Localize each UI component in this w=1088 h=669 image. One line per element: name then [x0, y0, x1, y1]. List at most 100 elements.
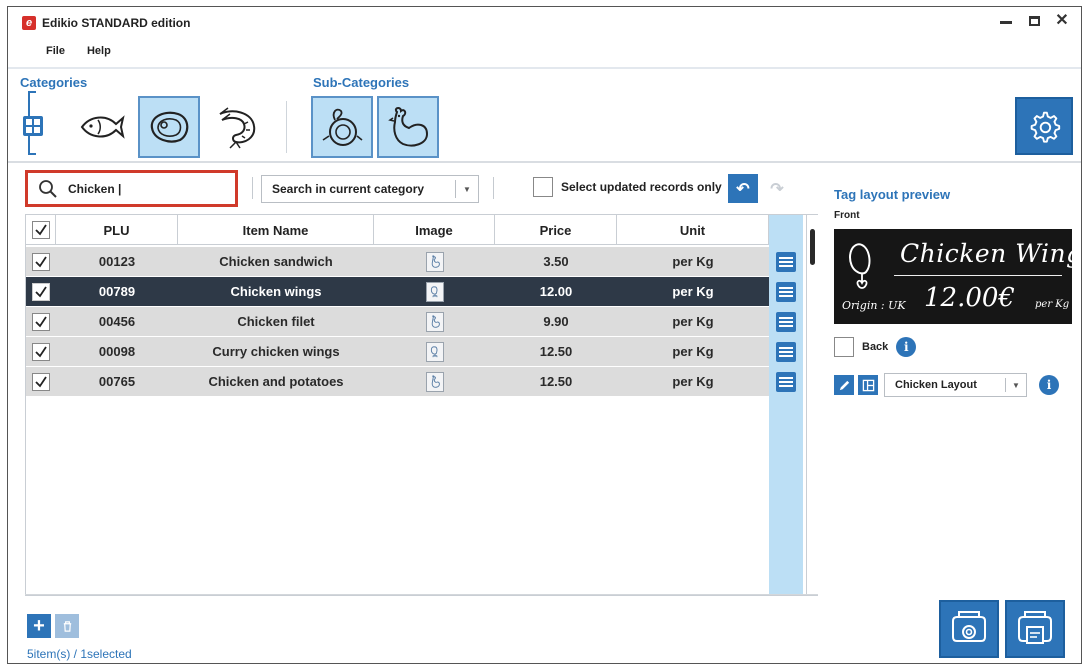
- vertical-scrollbar[interactable]: [806, 215, 818, 595]
- chevron-down-icon: ▼: [463, 184, 471, 194]
- row-checkbox-cell: [26, 337, 56, 367]
- subcategory-turkey-button[interactable]: [311, 96, 373, 158]
- details-list-icon[interactable]: [776, 341, 796, 362]
- layout-selector-row: Chicken Layout ▼ i: [834, 373, 1059, 397]
- details-list-icon[interactable]: [776, 311, 796, 332]
- back-checkbox[interactable]: [834, 337, 854, 357]
- toolbar-divider: [286, 101, 287, 153]
- add-item-button[interactable]: +: [27, 614, 51, 638]
- redo-button[interactable]: ↷: [763, 174, 791, 203]
- minimize-icon: [1000, 21, 1012, 24]
- search-field[interactable]: [25, 170, 238, 207]
- search-scope-dropdown[interactable]: Search in current category ▼: [261, 175, 479, 203]
- updated-only-checkbox-row[interactable]: Select updated records only: [533, 177, 722, 197]
- printer-icon: [1018, 611, 1052, 644]
- layout-view-button[interactable]: [858, 375, 878, 395]
- chicken-icon[interactable]: [425, 371, 444, 392]
- row-item-name: Chicken and potatoes: [208, 374, 344, 389]
- row-details-cell: [769, 336, 803, 367]
- scrollbar-thumb[interactable]: [810, 229, 815, 265]
- column-header-image[interactable]: Image: [374, 215, 495, 245]
- subcategory-chicken-button[interactable]: [377, 96, 439, 158]
- chicken-icon[interactable]: [425, 251, 444, 272]
- selection-count: 5item(s) / 1selected: [27, 647, 132, 661]
- chicken-icon[interactable]: [425, 311, 444, 332]
- row-item-name: Chicken wings: [230, 284, 322, 299]
- column-header-unit[interactable]: Unit: [617, 215, 769, 245]
- chevron-down-icon: ▼: [1012, 380, 1020, 390]
- fish-icon: [80, 115, 125, 139]
- row-unit: per Kg: [672, 344, 714, 359]
- menu-help[interactable]: Help: [87, 45, 111, 57]
- row-price: 9.90: [543, 314, 569, 329]
- edikio-logo-icon: e: [22, 16, 36, 30]
- row-checkbox[interactable]: [32, 342, 50, 361]
- maximize-button[interactable]: [1027, 14, 1041, 28]
- category-toolbar: Categories Sub-Categories: [8, 67, 1081, 163]
- row-checkbox-cell: [26, 367, 56, 397]
- table-row[interactable]: 00765 Chicken and potatoes 12.50 per Kg: [26, 366, 803, 397]
- row-plu: 00765: [98, 374, 136, 389]
- back-info-icon[interactable]: i: [896, 337, 917, 357]
- front-label: Front: [834, 210, 860, 221]
- settings-button[interactable]: [1015, 97, 1073, 155]
- search-icon: [39, 179, 57, 198]
- table-row[interactable]: 00789 Chicken wings 12.00 per Kg: [26, 276, 803, 307]
- category-fish-button[interactable]: [70, 96, 132, 158]
- back-checkbox-row[interactable]: Back i: [834, 337, 917, 357]
- table-header: PLU Item Name Image Price Unit: [26, 215, 803, 245]
- all-categories-icon[interactable]: [23, 116, 43, 136]
- search-scope-value: Search in current category: [272, 182, 425, 196]
- print-button[interactable]: [1005, 600, 1065, 658]
- row-image-cell: [374, 337, 495, 367]
- drumstick-icon[interactable]: [425, 281, 444, 302]
- details-list-icon[interactable]: [776, 371, 796, 392]
- window-controls: ✕: [999, 13, 1069, 29]
- details-list-icon[interactable]: [776, 251, 796, 272]
- column-header-price[interactable]: Price: [495, 215, 617, 245]
- minimize-button[interactable]: [999, 14, 1013, 28]
- row-checkbox-cell: [26, 277, 56, 307]
- row-plu: 00456: [98, 314, 136, 329]
- column-header-item-name[interactable]: Item Name: [178, 215, 374, 245]
- tag-preview-front[interactable]: Chicken Wings Origin : UK 12.00€ per Kg: [834, 229, 1088, 324]
- select-all-checkbox[interactable]: [31, 221, 50, 239]
- tag-divider: [894, 275, 1062, 276]
- edit-layout-button[interactable]: [834, 375, 854, 395]
- updated-only-label: Select updated records only: [561, 180, 722, 194]
- category-meat-button[interactable]: [138, 96, 200, 158]
- undo-icon: ↶: [736, 180, 750, 198]
- checkmark-icon: [34, 224, 47, 236]
- delete-item-button[interactable]: [55, 614, 79, 638]
- table-body: 00123 Chicken sandwich 3.50 per Kg 00789…: [26, 246, 803, 397]
- turkey-icon: [322, 108, 363, 146]
- column-header-actions: [769, 215, 803, 245]
- column-header-plu[interactable]: PLU: [56, 215, 178, 245]
- drumstick-icon[interactable]: [425, 341, 444, 362]
- row-checkbox[interactable]: [32, 252, 50, 271]
- close-button[interactable]: ✕: [1055, 13, 1069, 29]
- row-image-cell: [374, 367, 495, 397]
- layout-dropdown-value: Chicken Layout: [895, 379, 977, 391]
- search-input[interactable]: [68, 181, 208, 196]
- category-shrimp-button[interactable]: [206, 96, 268, 158]
- row-plu: 00789: [98, 284, 136, 299]
- shrimp-icon: [219, 107, 256, 149]
- undo-button[interactable]: ↶: [728, 174, 758, 203]
- row-checkbox[interactable]: [32, 312, 50, 331]
- layout-info-icon[interactable]: i: [1039, 375, 1059, 395]
- updated-only-checkbox[interactable]: [533, 177, 553, 197]
- row-checkbox[interactable]: [32, 282, 50, 301]
- table-row[interactable]: 00098 Curry chicken wings 12.50 per Kg: [26, 336, 803, 367]
- table-row[interactable]: 00123 Chicken sandwich 3.50 per Kg: [26, 246, 803, 277]
- details-list-icon[interactable]: [776, 281, 796, 302]
- footer-divider: [25, 594, 818, 595]
- table-row[interactable]: 00456 Chicken filet 9.90 per Kg: [26, 306, 803, 337]
- layout-dropdown[interactable]: Chicken Layout ▼: [884, 373, 1027, 397]
- menu-file[interactable]: File: [46, 45, 65, 57]
- row-item-name: Chicken filet: [237, 314, 315, 329]
- row-details-cell: [769, 276, 803, 307]
- row-unit: per Kg: [672, 374, 714, 389]
- row-checkbox[interactable]: [32, 372, 50, 391]
- print-settings-button[interactable]: [939, 600, 999, 658]
